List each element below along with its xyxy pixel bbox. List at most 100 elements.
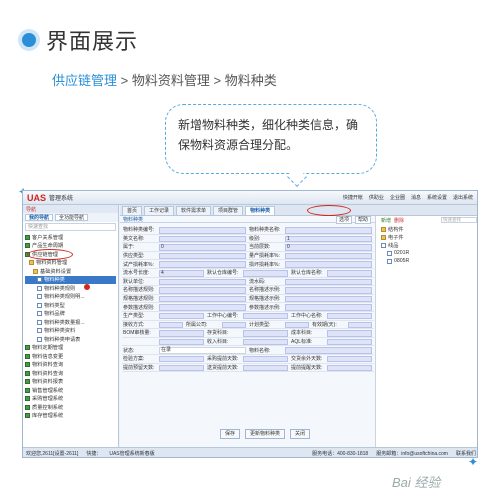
nav-tree-item[interactable]: 物料种类规则明... bbox=[25, 293, 116, 302]
form-field-input[interactable] bbox=[285, 321, 309, 329]
help-button[interactable]: 帮助 bbox=[354, 216, 371, 224]
tab-material-category[interactable]: 物料种类 bbox=[245, 206, 276, 215]
nav-tree-item[interactable]: 销售管理系统 bbox=[25, 386, 116, 395]
tab-work-log[interactable]: 工作记录 bbox=[144, 206, 175, 215]
breadcrumb-category: 物料种类 bbox=[224, 73, 277, 88]
form-field-label: 工作中心名称: bbox=[291, 313, 323, 320]
status-sub[interactable]: UAS管理系统新春版 bbox=[109, 450, 154, 457]
form-field-input[interactable]: 1 bbox=[285, 235, 372, 243]
form-field-input[interactable] bbox=[327, 364, 372, 372]
close-button[interactable]: 关闭 bbox=[290, 429, 311, 439]
form-field: 默认仓库名称: bbox=[290, 269, 374, 277]
nav-tree-item[interactable]: 物料种类申请表 bbox=[25, 335, 116, 344]
toolbar-logout[interactable]: 退出系统 bbox=[453, 194, 473, 201]
tab-requirements[interactable]: 软件需求单 bbox=[176, 206, 212, 215]
form-field-input[interactable] bbox=[159, 261, 246, 268]
form-field-input[interactable] bbox=[327, 330, 372, 337]
form-field-input[interactable] bbox=[285, 252, 372, 260]
form-field-input[interactable]: 在录 bbox=[159, 347, 246, 354]
tab-home[interactable]: 首页 bbox=[122, 206, 143, 215]
tab-my-nav[interactable]: 我的导航 bbox=[25, 214, 54, 221]
nav-tree-item[interactable]: 物料类型 bbox=[25, 301, 116, 310]
form-field-input[interactable] bbox=[159, 312, 204, 320]
form-field-input[interactable] bbox=[222, 321, 246, 329]
toolbar-quick-open[interactable]: 快捷开帐 bbox=[343, 194, 363, 201]
toolbar-messages[interactable]: 消息 bbox=[411, 194, 421, 201]
toolbar-helper[interactable]: 供助业 bbox=[369, 194, 384, 201]
form-field-input[interactable] bbox=[243, 330, 288, 337]
form-field-input[interactable] bbox=[327, 338, 372, 346]
form-field-input[interactable] bbox=[285, 278, 372, 286]
nav-tree-item[interactable]: 基础资料设置 bbox=[25, 267, 116, 276]
tab-project[interactable]: 项目群管 bbox=[213, 206, 244, 215]
form-field-input[interactable] bbox=[285, 227, 372, 234]
form-field-input[interactable] bbox=[159, 330, 204, 337]
nav-tree-item[interactable]: 质量控制系统 bbox=[25, 403, 116, 412]
form-field-label: 名称描述规则: bbox=[123, 287, 155, 294]
form-row: 英文名称: 级别: 1 bbox=[122, 235, 374, 244]
update-category-button[interactable]: 更新物料种类 bbox=[245, 429, 286, 439]
form-field-input[interactable] bbox=[159, 252, 246, 260]
category-item[interactable]: 线品 bbox=[381, 241, 477, 249]
options-button[interactable]: 选项 bbox=[335, 216, 352, 224]
form-field-input[interactable] bbox=[285, 287, 372, 294]
form-field-input[interactable] bbox=[159, 287, 246, 294]
nav-search-input[interactable]: 快速查找 bbox=[25, 223, 116, 231]
nav-tree-item[interactable]: 采购管理系统 bbox=[25, 395, 116, 404]
form-field-input[interactable] bbox=[243, 270, 288, 277]
nav-tree-item[interactable]: 物料种类资料 bbox=[25, 327, 116, 336]
save-button[interactable]: 保存 bbox=[220, 429, 241, 439]
category-item[interactable]: 电子件 bbox=[381, 233, 477, 241]
nav-tree-item[interactable]: 物料种类 bbox=[25, 275, 116, 284]
nav-tree-item[interactable]: 客户关系管理 bbox=[25, 233, 116, 242]
tab-full-nav[interactable]: 全功能导航 bbox=[55, 214, 89, 221]
form-field-input[interactable]: 0 bbox=[159, 244, 246, 251]
module-icon bbox=[25, 345, 30, 351]
form-field-input[interactable] bbox=[159, 355, 204, 363]
nav-tree-item[interactable]: 物料定期管理 bbox=[25, 344, 116, 353]
toolbar-settings[interactable]: 系统设置 bbox=[427, 194, 447, 201]
highlight-oval bbox=[307, 205, 351, 216]
form-field-input[interactable] bbox=[285, 295, 372, 303]
form-field-input[interactable] bbox=[159, 295, 246, 303]
nav-tree-item[interactable]: 物料种类规则 bbox=[25, 284, 116, 293]
form-field-input[interactable] bbox=[327, 355, 372, 363]
nav-tree-item[interactable]: 物料资料查询 bbox=[25, 361, 116, 370]
nav-tree-item[interactable]: 库存管理系统 bbox=[25, 412, 116, 421]
form-field-input[interactable] bbox=[159, 364, 204, 372]
toolbar-enterprise[interactable]: 企业圈 bbox=[390, 194, 405, 201]
form-field-input[interactable] bbox=[327, 270, 372, 277]
breadcrumb-material[interactable]: 物料资料管理 bbox=[132, 73, 210, 88]
form-field-input[interactable] bbox=[159, 321, 183, 329]
form-field-input[interactable] bbox=[243, 355, 288, 363]
category-search-input[interactable]: 快速查找 bbox=[441, 217, 477, 223]
category-item[interactable]: 结构件 bbox=[381, 225, 477, 233]
breadcrumb-supply-chain[interactable]: 供应链管理 bbox=[52, 73, 117, 88]
form-field-input[interactable] bbox=[243, 312, 288, 320]
nav-tree-item[interactable]: 物料资料管理 bbox=[25, 259, 116, 268]
delete-button[interactable]: 删除 bbox=[394, 217, 404, 224]
form-field-input[interactable] bbox=[243, 338, 288, 346]
form-field-input[interactable] bbox=[159, 235, 246, 243]
form-field-input[interactable] bbox=[159, 278, 246, 286]
nav-tree-item[interactable]: 物料种类数量报... bbox=[25, 318, 116, 327]
contact-link[interactable]: 联系我们 bbox=[456, 450, 476, 457]
form-field-input[interactable] bbox=[285, 304, 372, 311]
form-field-input[interactable] bbox=[327, 312, 372, 320]
form-field-input[interactable] bbox=[159, 338, 204, 346]
form-field-input[interactable] bbox=[348, 321, 372, 329]
new-button[interactable]: 新增 bbox=[381, 217, 391, 224]
nav-tree-item[interactable]: 物料资料查询 bbox=[25, 369, 116, 378]
nav-tree-item[interactable]: 物料资料报表 bbox=[25, 378, 116, 387]
form-field-input[interactable] bbox=[159, 227, 246, 234]
nav-tree-item[interactable]: 物料品牌 bbox=[25, 310, 116, 319]
category-item[interactable]: 0201R bbox=[381, 249, 477, 257]
form-field-input[interactable] bbox=[243, 364, 288, 372]
form-field-input[interactable] bbox=[285, 261, 372, 268]
form-field-input[interactable]: 4 bbox=[159, 270, 204, 277]
form-field-input[interactable] bbox=[285, 347, 372, 354]
nav-tree-item[interactable]: 物料信息变更 bbox=[25, 352, 116, 361]
form-field-input[interactable]: 0 bbox=[285, 244, 372, 251]
category-item[interactable]: 0805R bbox=[381, 257, 477, 265]
form-field-input[interactable] bbox=[159, 304, 246, 311]
